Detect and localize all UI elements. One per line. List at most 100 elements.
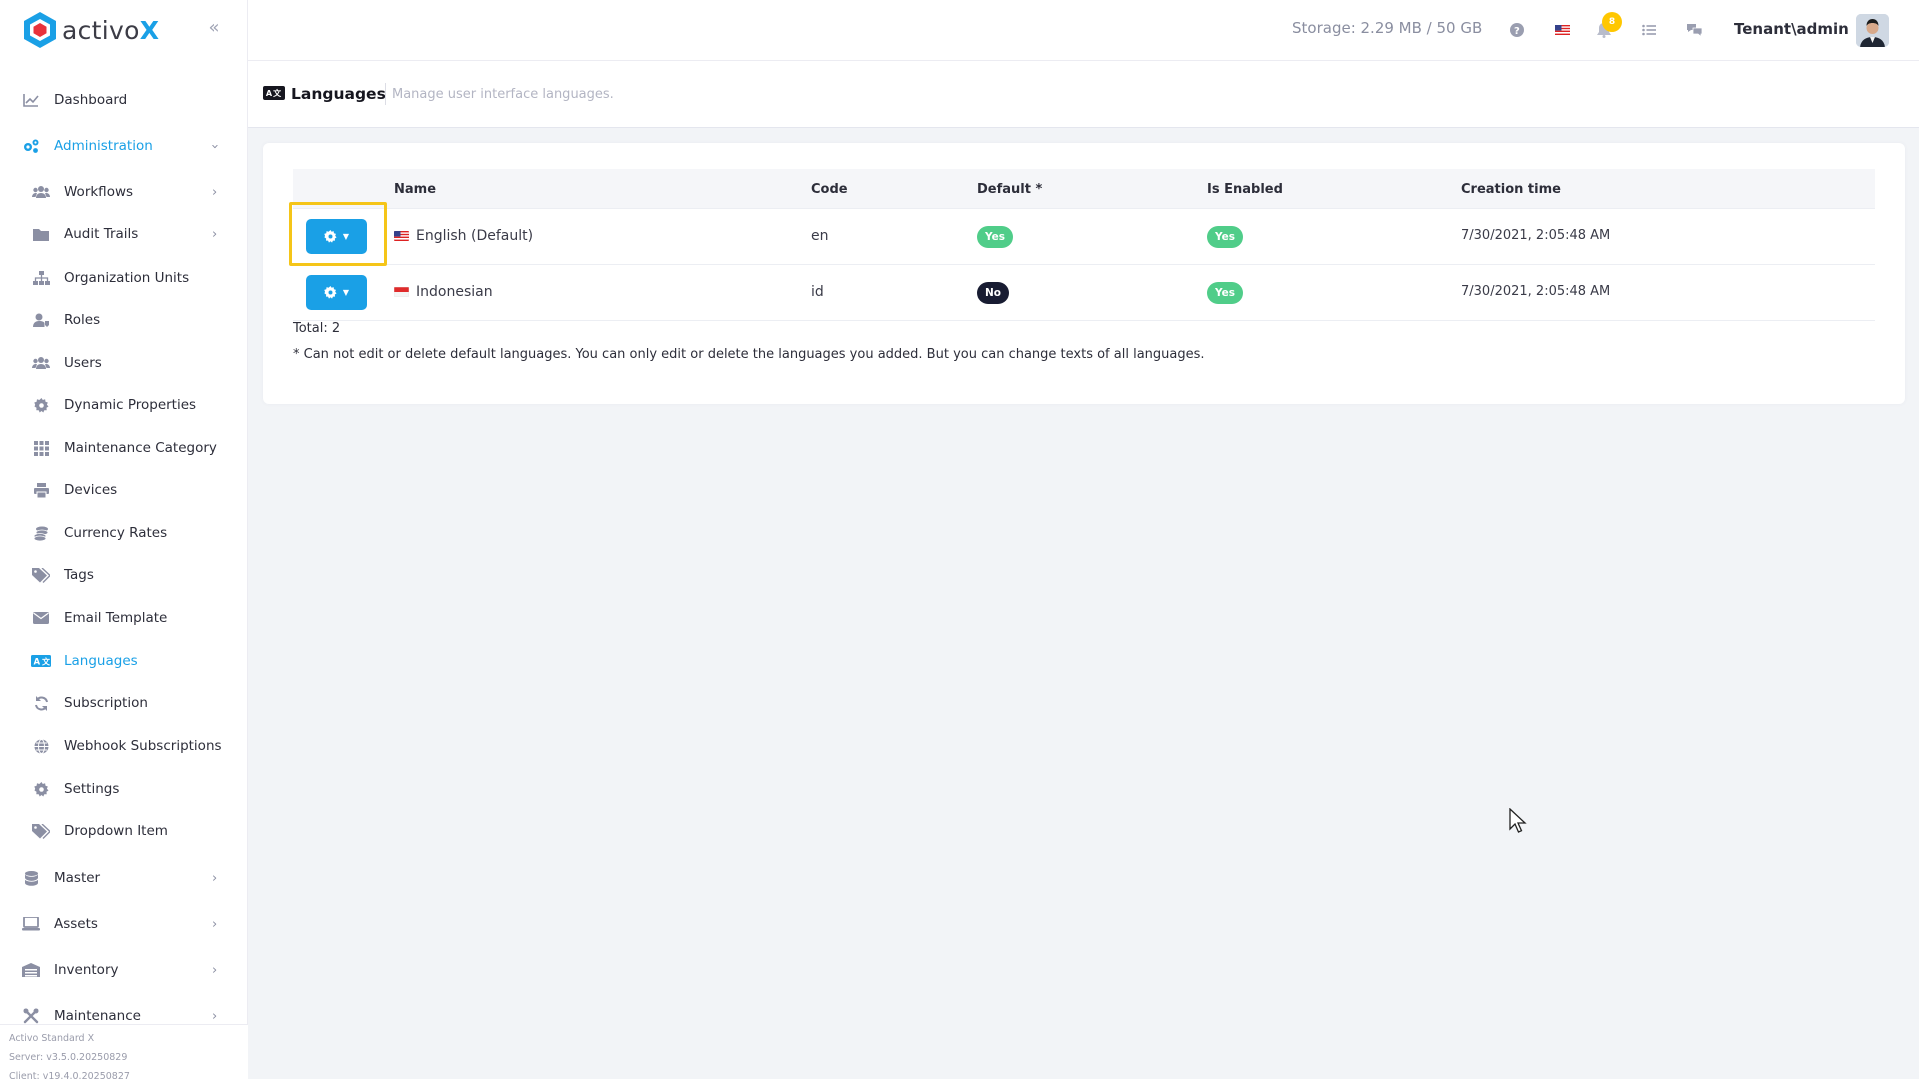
sidebar-item-label: Administration (54, 138, 153, 154)
sidebar-item-maintenance-category[interactable]: Maintenance Category (0, 433, 247, 463)
user-name[interactable]: Tenant\admin (1734, 20, 1849, 38)
sidebar-item-label: Devices (64, 482, 118, 498)
sidebar-item-workflows[interactable]: Workflows › (0, 177, 247, 207)
task-list-icon[interactable] (1639, 20, 1659, 40)
page-subheader: A文 Languages Manage user interface langu… (248, 61, 1919, 128)
sidebar-item-roles[interactable]: Roles (0, 305, 247, 335)
cell-code: en (811, 228, 829, 244)
sidebar-item-label: Roles (64, 312, 101, 328)
sidebar-item-dashboard[interactable]: Dashboard (0, 85, 247, 115)
svg-text:?: ? (1514, 26, 1520, 37)
coins-icon (30, 525, 52, 541)
laptop-icon (20, 916, 42, 932)
server-version: Server: v3.5.0.20250829 (9, 1052, 128, 1063)
sidebar-item-label: Workflows (64, 184, 134, 200)
chevron-right-icon: › (212, 870, 218, 886)
sidebar-item-tags[interactable]: Tags (0, 560, 247, 590)
caret-down-icon: ▼ (342, 232, 350, 241)
collapse-sidebar-icon[interactable]: « (204, 18, 224, 38)
product-name: Activo Standard X (9, 1033, 95, 1044)
chevron-right-icon: › (212, 916, 218, 932)
chevron-right-icon: › (212, 962, 218, 978)
sidebar-item-email-template[interactable]: Email Template (0, 603, 247, 633)
users-icon (30, 355, 52, 371)
sidebar-item-label: Dynamic Properties (64, 397, 197, 413)
total-count: Total: 2 (293, 321, 341, 336)
top-header: Storage: 2.29 MB / 50 GB ? 8 Tenant\admi… (248, 0, 1919, 61)
sidebar-item-audit-trails[interactable]: Audit Trails › (0, 219, 247, 249)
column-header-code[interactable]: Code (811, 182, 848, 197)
database-icon (20, 870, 42, 886)
tags-icon (30, 567, 52, 583)
users-icon (30, 184, 52, 200)
gear-icon (324, 286, 337, 299)
printer-icon (30, 482, 52, 498)
sidebar-item-label: Master (54, 870, 101, 886)
sidebar-item-label: Settings (64, 781, 120, 797)
cell-name: Indonesian (394, 284, 493, 300)
brand[interactable]: activoX « (0, 0, 247, 60)
tools-icon (20, 1008, 42, 1024)
user-avatar[interactable] (1856, 14, 1889, 47)
sidebar-item-label: Maintenance (54, 1008, 141, 1024)
mouse-cursor-icon (1509, 808, 1527, 833)
column-header-is-enabled[interactable]: Is Enabled (1207, 182, 1283, 197)
language-icon: A文 (263, 86, 285, 100)
sidebar-item-settings[interactable]: Settings (0, 774, 247, 804)
table-row: ▼ Indonesian id No Yes 7/30/2021, 2:05:4… (293, 265, 1875, 321)
sidebar-item-label: Webhook Subscriptions (64, 738, 222, 754)
cell-creation-time: 7/30/2021, 2:05:48 AM (1461, 284, 1611, 299)
warehouse-icon (20, 962, 42, 978)
sidebar-item-languages[interactable]: A文 Languages (0, 646, 247, 676)
cell-creation-time: 7/30/2021, 2:05:48 AM (1461, 228, 1611, 243)
sidebar-item-organization-units[interactable]: Organization Units (0, 263, 247, 293)
us-flag-icon[interactable] (1552, 20, 1572, 40)
chat-icon[interactable] (1684, 20, 1704, 40)
chevron-right-icon: › (212, 1008, 218, 1024)
row-actions-button[interactable]: ▼ (306, 275, 367, 310)
sidebar-item-label: Assets (54, 916, 98, 932)
column-header-creation-time[interactable]: Creation time (1461, 182, 1561, 197)
sidebar-item-label: Currency Rates (64, 525, 168, 541)
svg-text:A: A (34, 658, 41, 668)
sidebar-item-label: Maintenance Category (64, 440, 217, 456)
globe-icon (30, 738, 52, 754)
version-info: Activo Standard X Server: v3.5.0.2025082… (0, 1024, 248, 1079)
help-icon[interactable]: ? (1507, 20, 1527, 40)
row-actions-button[interactable]: ▼ (306, 219, 367, 254)
language-icon: A文 (30, 653, 52, 669)
table-row: ▼ English (Default) en Yes Yes 7/30/2021… (293, 209, 1875, 265)
sidebar-item-dynamic-properties[interactable]: Dynamic Properties (0, 390, 247, 420)
default-badge: Yes (977, 226, 1014, 248)
notification-count-badge: 8 (1602, 12, 1622, 32)
sidebar-item-label: Inventory (54, 962, 119, 978)
sidebar-item-label: Tags (64, 567, 94, 583)
cell-name: English (Default) (394, 228, 533, 244)
svg-text:文: 文 (42, 657, 51, 667)
sidebar-item-users[interactable]: Users (0, 348, 247, 378)
sidebar-item-master[interactable]: Master › (0, 863, 247, 893)
storage-usage: Storage: 2.29 MB / 50 GB (1292, 19, 1483, 37)
default-badge: No (977, 282, 1010, 304)
sidebar-item-webhook-subscriptions[interactable]: Webhook Subscriptions (0, 731, 247, 761)
sidebar-item-inventory[interactable]: Inventory › (0, 955, 247, 985)
chart-line-icon (20, 92, 42, 108)
grid-icon (30, 440, 52, 456)
gear-icon (30, 781, 52, 797)
gear-icon (30, 397, 52, 413)
table-header: Name Code Default * Is Enabled Creation … (293, 169, 1875, 209)
page-title: Languages (291, 85, 386, 103)
sidebar-item-devices[interactable]: Devices (0, 475, 247, 505)
column-header-name[interactable]: Name (394, 182, 436, 197)
sync-icon (30, 695, 52, 711)
sidebar-item-subscription[interactable]: Subscription (0, 688, 247, 718)
sidebar-item-dropdown-item[interactable]: Dropdown Item (0, 816, 247, 846)
languages-note: * Can not edit or delete default languag… (293, 347, 1205, 362)
sidebar-item-currency-rates[interactable]: Currency Rates (0, 518, 247, 548)
sidebar-item-assets[interactable]: Assets › (0, 909, 247, 939)
sidebar-item-administration[interactable]: Administration › (0, 131, 247, 161)
column-header-default[interactable]: Default * (977, 182, 1042, 197)
us-flag-icon (394, 231, 409, 241)
gear-icon (324, 230, 337, 243)
page-description: Manage user interface languages. (392, 87, 614, 102)
